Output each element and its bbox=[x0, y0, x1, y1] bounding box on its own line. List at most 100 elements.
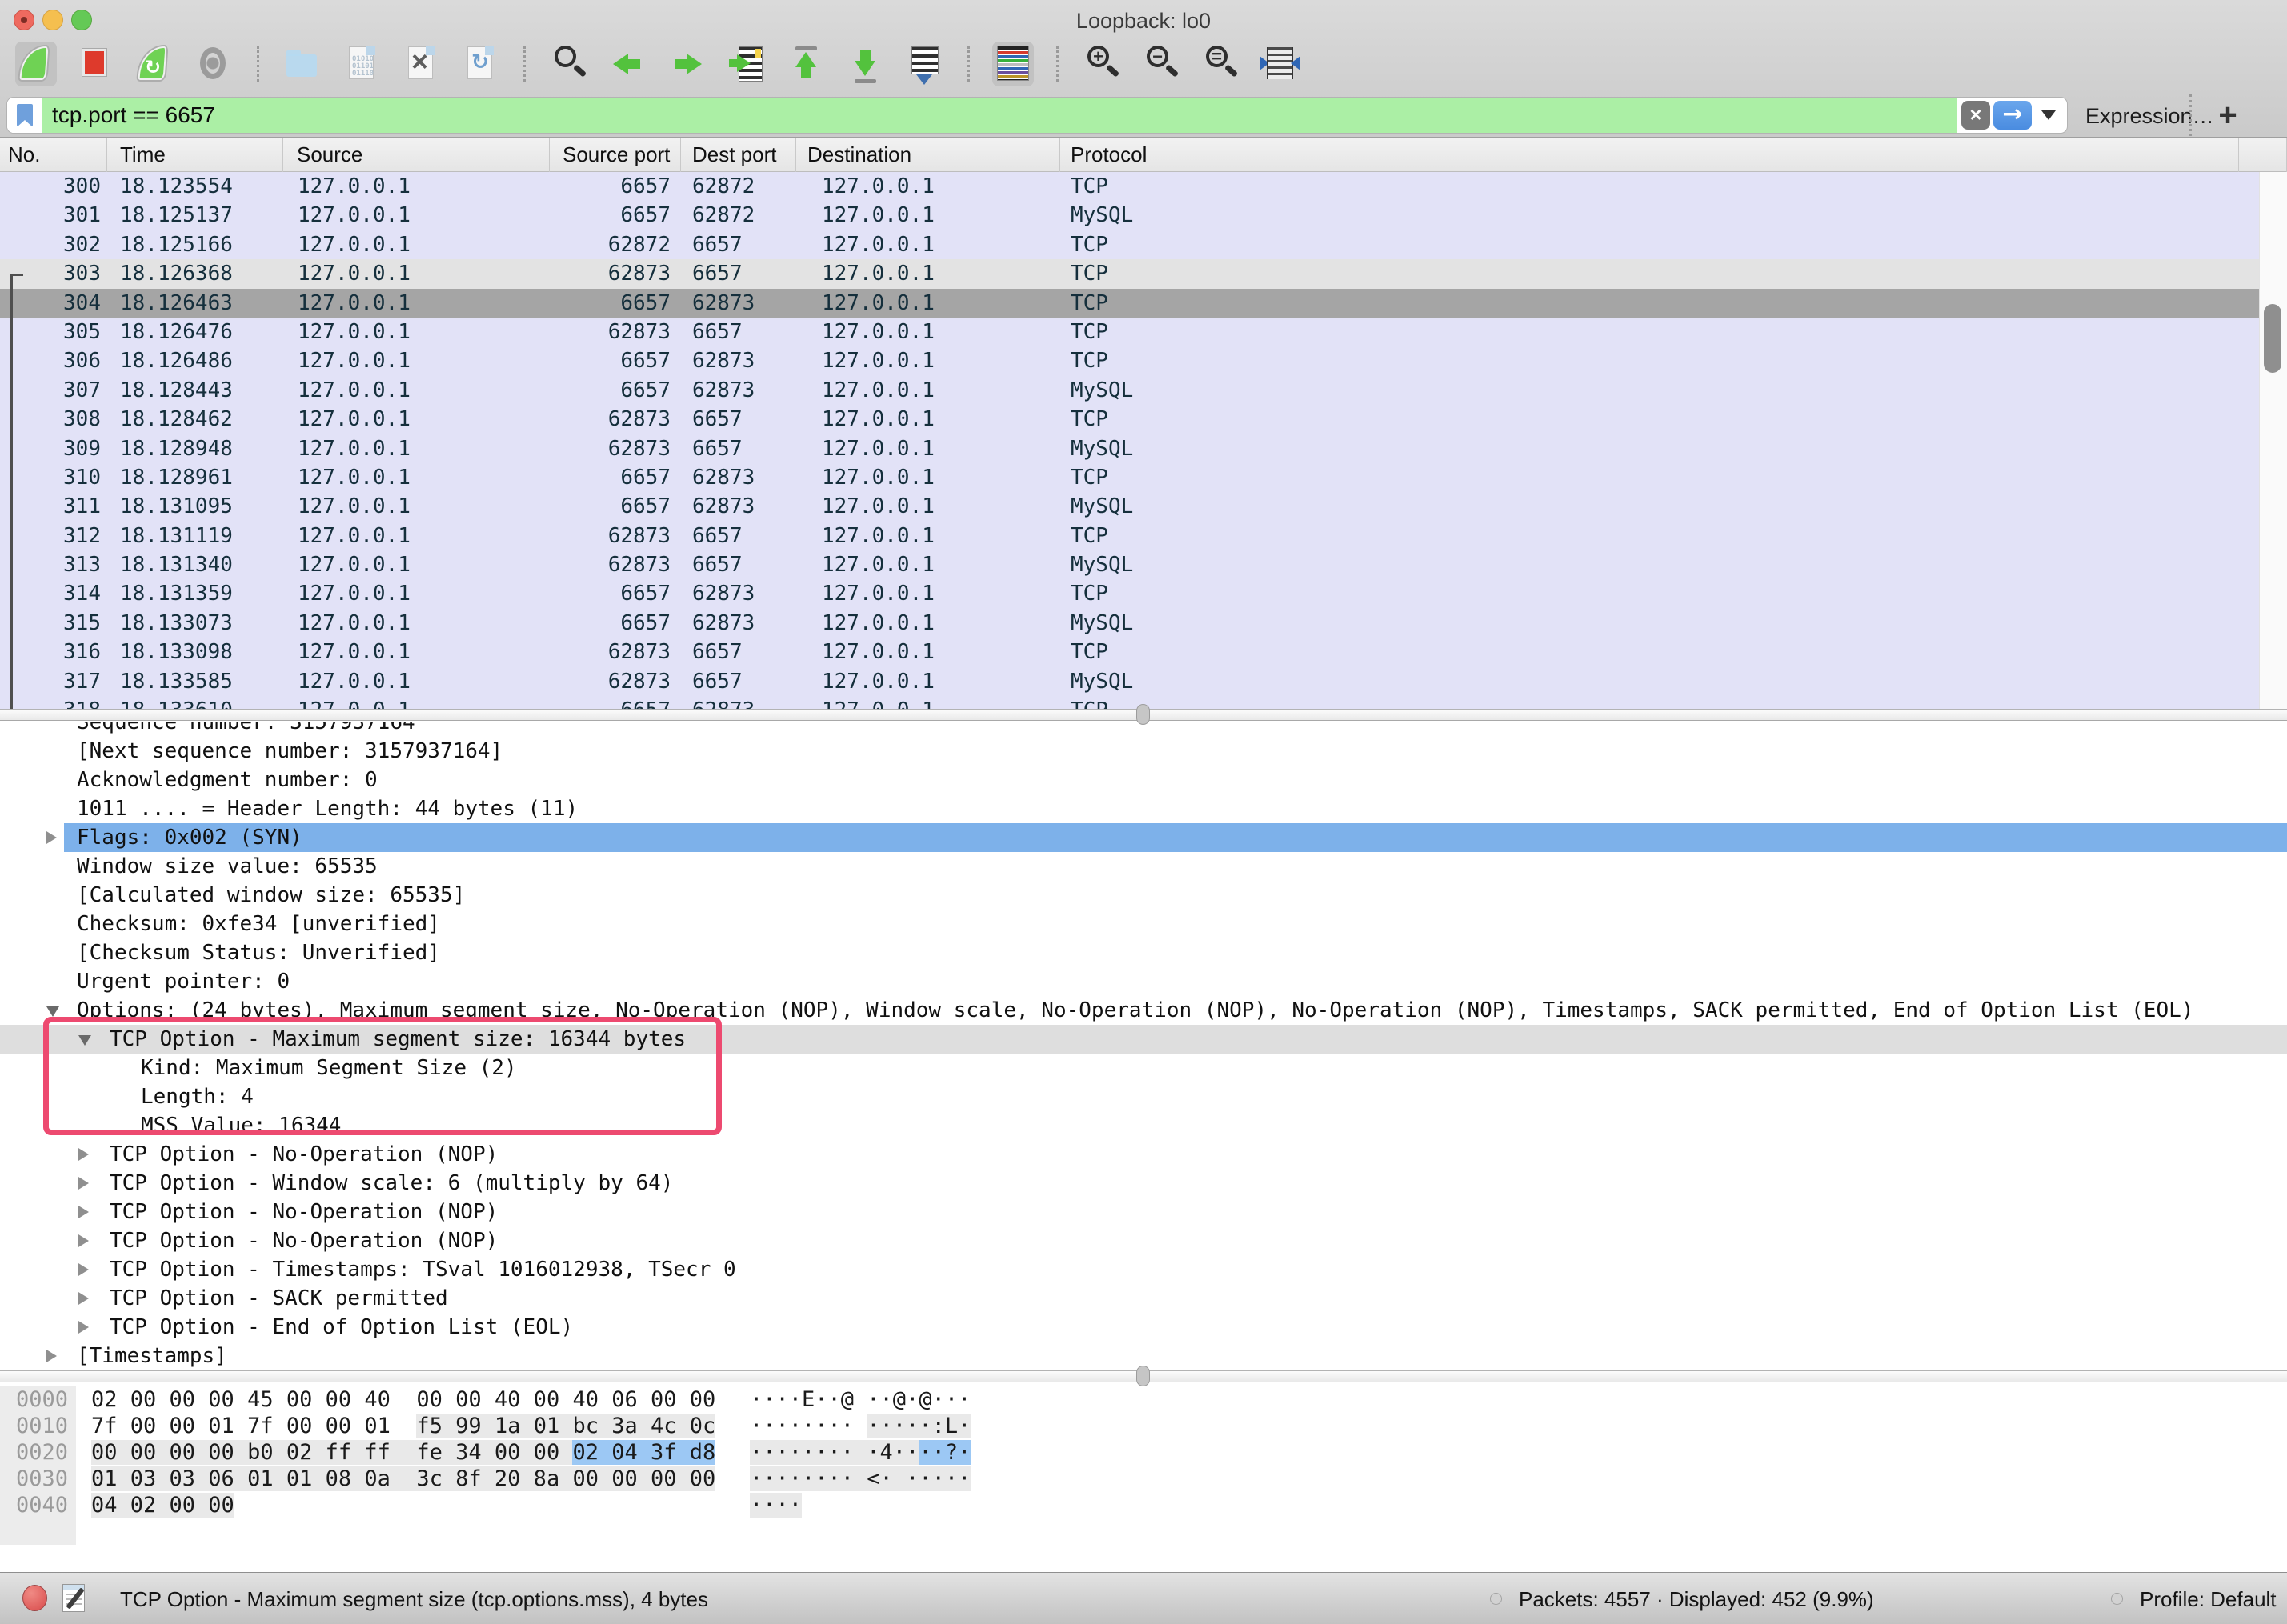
capture-options-icon[interactable] bbox=[193, 42, 234, 86]
auto-scroll-icon[interactable] bbox=[903, 42, 945, 86]
expand-closed-icon[interactable] bbox=[46, 831, 57, 844]
cell: MySQL bbox=[1060, 667, 2259, 696]
expert-info-icon[interactable] bbox=[22, 1585, 47, 1611]
reload-capture-file-icon[interactable] bbox=[459, 42, 501, 86]
column-header-destination[interactable]: Destination bbox=[796, 138, 1060, 172]
filter-input[interactable]: tcp.port == 6657 bbox=[42, 98, 1957, 133]
table-row[interactable]: 31318.131340127.0.0.1628736657127.0.0.1M… bbox=[0, 550, 2259, 579]
save-capture-file-icon[interactable] bbox=[341, 42, 383, 86]
table-row[interactable]: 30918.128948127.0.0.1628736657127.0.0.1M… bbox=[0, 434, 2259, 463]
detail-line[interactable]: Flags: 0x002 (SYN) bbox=[0, 823, 2287, 852]
column-header-source-port[interactable]: Source port bbox=[550, 138, 681, 172]
detail-text: Window size value: 65535 bbox=[77, 854, 378, 878]
list-details-splitter-handle[interactable] bbox=[1136, 704, 1150, 725]
filter-history-dropdown-icon[interactable] bbox=[2041, 110, 2056, 120]
filter-apply-button[interactable]: → bbox=[1993, 101, 2032, 130]
table-row[interactable]: 31618.133098127.0.0.1628736657127.0.0.1T… bbox=[0, 638, 2259, 666]
table-row[interactable]: 30018.123554127.0.0.1665762872127.0.0.1T… bbox=[0, 172, 2259, 201]
cell: 316 bbox=[0, 638, 107, 666]
cell: TCP bbox=[1060, 318, 2259, 346]
add-filter-button[interactable]: + bbox=[2207, 94, 2249, 136]
detail-line[interactable]: TCP Option - End of Option List (EOL) bbox=[0, 1313, 2287, 1342]
close-capture-file-icon[interactable] bbox=[400, 42, 442, 86]
table-row[interactable]: 31018.128961127.0.0.1665762873127.0.0.1T… bbox=[0, 463, 2259, 492]
capture-comment-icon[interactable] bbox=[62, 1584, 85, 1612]
next-packet-icon[interactable] bbox=[667, 42, 708, 86]
detail-line[interactable]: TCP Option - SACK permitted bbox=[0, 1284, 2287, 1313]
start-capture-icon[interactable] bbox=[15, 42, 57, 86]
cell: 127.0.0.1 bbox=[283, 492, 550, 521]
table-row[interactable]: 30618.126486127.0.0.1665762873127.0.0.1T… bbox=[0, 346, 2259, 375]
detail-line[interactable]: 1011 .... = Header Length: 44 bytes (11) bbox=[0, 794, 2287, 823]
packet-list-scrollbar-thumb[interactable] bbox=[2264, 304, 2281, 373]
detail-line[interactable]: Checksum: 0xfe34 [unverified] bbox=[0, 910, 2287, 938]
zoom-in-icon[interactable] bbox=[1081, 42, 1123, 86]
table-row[interactable]: 31118.131095127.0.0.1665762873127.0.0.1M… bbox=[0, 492, 2259, 521]
table-row[interactable]: 30518.126476127.0.0.1628736657127.0.0.1T… bbox=[0, 318, 2259, 346]
cell: 127.0.0.1 bbox=[283, 376, 550, 405]
hex-row[interactable]: 00107f 00 00 01 7f 00 00 01 f5 99 1a 01 … bbox=[0, 1413, 2287, 1439]
column-header-source[interactable]: Source bbox=[283, 138, 550, 172]
column-header-protocol[interactable]: Protocol bbox=[1060, 138, 2239, 172]
expand-closed-icon[interactable] bbox=[78, 1321, 89, 1334]
open-capture-file-icon[interactable] bbox=[282, 42, 323, 86]
table-row[interactable]: 30418.126463127.0.0.1665762873127.0.0.1T… bbox=[0, 289, 2259, 318]
table-row[interactable]: 31818.133610127.0.0.1665762873127.0.0.1T… bbox=[0, 696, 2259, 709]
details-bytes-splitter-handle[interactable] bbox=[1136, 1366, 1150, 1386]
hex-row[interactable]: 002000 00 00 00 b0 02 ff ff fe 34 00 00 … bbox=[0, 1439, 2287, 1466]
expand-closed-icon[interactable] bbox=[78, 1177, 89, 1190]
detail-line[interactable]: [Checksum Status: Unverified] bbox=[0, 938, 2287, 967]
status-profile[interactable]: Profile: Default bbox=[2140, 1573, 2277, 1624]
table-row[interactable]: 31518.133073127.0.0.1665762873127.0.0.1M… bbox=[0, 609, 2259, 638]
detail-line[interactable]: TCP Option - Timestamps: TSval 101601293… bbox=[0, 1255, 2287, 1284]
table-row[interactable]: 30218.125166127.0.0.1628726657127.0.0.1T… bbox=[0, 230, 2259, 259]
last-packet-icon[interactable] bbox=[844, 42, 886, 86]
packet-bytes-pane: 000002 00 00 00 45 00 00 40 00 00 40 00 … bbox=[0, 1382, 2287, 1570]
hex-row[interactable]: 003001 03 03 06 01 01 08 0a 3c 8f 20 8a … bbox=[0, 1466, 2287, 1492]
hex-bytes: 02 00 00 00 45 00 00 40 00 00 40 00 40 0… bbox=[91, 1386, 715, 1413]
table-row[interactable]: 30718.128443127.0.0.1665762873127.0.0.1M… bbox=[0, 376, 2259, 405]
expand-closed-icon[interactable] bbox=[78, 1234, 89, 1247]
table-row[interactable]: 30818.128462127.0.0.1628736657127.0.0.1T… bbox=[0, 405, 2259, 434]
column-header-no-[interactable]: No. bbox=[0, 138, 107, 172]
expand-closed-icon[interactable] bbox=[46, 1350, 57, 1362]
detail-line[interactable]: TCP Option - No-Operation (NOP) bbox=[0, 1140, 2287, 1169]
filter-clear-button[interactable]: × bbox=[1961, 101, 1990, 130]
find-packet-icon[interactable] bbox=[548, 42, 590, 86]
expression-button[interactable]: Expression… bbox=[2085, 97, 2214, 134]
detail-line[interactable]: Urgent pointer: 0 bbox=[0, 967, 2287, 996]
detail-line[interactable]: Window size value: 65535 bbox=[0, 852, 2287, 881]
zoom-out-icon[interactable] bbox=[1140, 42, 1182, 86]
detail-line[interactable]: TCP Option - Window scale: 6 (multiply b… bbox=[0, 1169, 2287, 1198]
zoom-reset-icon[interactable] bbox=[1200, 42, 1241, 86]
resize-columns-icon[interactable] bbox=[1259, 42, 1300, 86]
table-row[interactable]: 31418.131359127.0.0.1665762873127.0.0.1T… bbox=[0, 579, 2259, 608]
table-row[interactable]: 30118.125137127.0.0.1665762872127.0.0.1M… bbox=[0, 201, 2259, 230]
filter-bookmark-button[interactable] bbox=[7, 98, 42, 133]
detail-line[interactable]: Acknowledgment number: 0 bbox=[0, 766, 2287, 794]
detail-line[interactable]: [Next sequence number: 3157937164] bbox=[0, 737, 2287, 766]
column-header-dest-port[interactable]: Dest port bbox=[681, 138, 796, 172]
first-packet-icon[interactable] bbox=[785, 42, 827, 86]
detail-line[interactable]: TCP Option - No-Operation (NOP) bbox=[0, 1198, 2287, 1226]
expand-open-icon[interactable] bbox=[46, 1006, 59, 1017]
restart-capture-icon[interactable] bbox=[134, 42, 175, 86]
column-header-time[interactable]: Time bbox=[107, 138, 283, 172]
previous-packet-icon[interactable] bbox=[607, 42, 649, 86]
table-row[interactable]: 31718.133585127.0.0.1628736657127.0.0.1M… bbox=[0, 667, 2259, 696]
hex-row[interactable]: 000002 00 00 00 45 00 00 40 00 00 40 00 … bbox=[0, 1386, 2287, 1413]
table-row[interactable]: 31218.131119127.0.0.1628736657127.0.0.1T… bbox=[0, 522, 2259, 550]
expand-closed-icon[interactable] bbox=[78, 1292, 89, 1305]
expand-closed-icon[interactable] bbox=[78, 1206, 89, 1218]
display-filter-field[interactable]: tcp.port == 6657 × → bbox=[6, 97, 2068, 134]
packet-list-scrollbar-track[interactable] bbox=[2259, 172, 2287, 709]
stop-capture-icon[interactable] bbox=[74, 42, 116, 86]
hex-row[interactable]: 004004 02 00 00···· bbox=[0, 1492, 2287, 1518]
go-to-packet-icon[interactable] bbox=[726, 42, 767, 86]
table-row[interactable]: 30318.126368127.0.0.1628736657127.0.0.1T… bbox=[0, 259, 2259, 288]
detail-line[interactable]: [Calculated window size: 65535] bbox=[0, 881, 2287, 910]
detail-line[interactable]: TCP Option - No-Operation (NOP) bbox=[0, 1226, 2287, 1255]
colorize-packets-icon[interactable] bbox=[992, 42, 1034, 86]
expand-closed-icon[interactable] bbox=[78, 1148, 89, 1161]
expand-closed-icon[interactable] bbox=[78, 1263, 89, 1276]
